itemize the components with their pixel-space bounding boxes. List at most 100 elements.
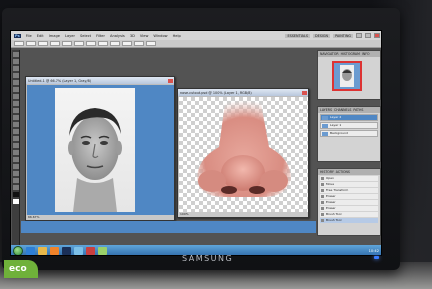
option-field[interactable] (146, 41, 156, 46)
history-state[interactable]: Brush Tool (320, 218, 378, 223)
history-state[interactable]: Eraser (320, 200, 378, 205)
option-field[interactable] (134, 41, 144, 46)
layers-panel: LAYERS CHANNELS PATHS Layer 2 Layer 1 Ba… (317, 106, 381, 162)
marquee-tool-icon[interactable] (13, 59, 19, 64)
tab-paths[interactable]: PATHS (353, 108, 363, 112)
document-window-nose[interactable]: nose-cutout.psd @ 100% (Layer 1, RGB/8) (177, 88, 309, 218)
type-tool-icon[interactable] (13, 157, 19, 162)
tab-navigator[interactable]: NAVIGATOR (320, 52, 339, 56)
blur-tool-icon[interactable] (13, 136, 19, 141)
close-document-icon[interactable] (302, 90, 307, 95)
menu-edit[interactable]: Edit (37, 34, 44, 38)
option-field[interactable] (86, 41, 96, 46)
layer-row[interactable]: Layer 2 (320, 114, 378, 121)
workspace-painting-button[interactable]: PAINTING (333, 33, 353, 38)
tab-actions[interactable]: ACTIONS (336, 170, 350, 174)
layer-row[interactable]: Background (320, 130, 378, 137)
history-state[interactable]: Eraser (320, 194, 378, 199)
close-document-icon[interactable] (168, 78, 173, 83)
folder-icon[interactable] (38, 247, 47, 255)
menu-filter[interactable]: Filter (96, 34, 105, 38)
tool-preset-picker[interactable] (14, 41, 24, 46)
option-field[interactable] (50, 41, 60, 46)
ie-icon[interactable] (26, 247, 35, 255)
option-field[interactable] (98, 41, 108, 46)
start-button-icon[interactable] (13, 246, 23, 255)
tab-history[interactable]: HISTORY (320, 170, 334, 174)
crop-tool-icon[interactable] (13, 80, 19, 85)
monitor-brand-logo: SAMSUNG (182, 254, 234, 263)
clone-stamp-tool-icon[interactable] (13, 108, 19, 113)
history-brush-tool-icon[interactable] (13, 115, 19, 120)
media-icon[interactable] (50, 247, 59, 255)
navigator-thumbnail[interactable] (332, 61, 362, 91)
menu-layer[interactable]: Layer (65, 34, 75, 38)
option-field[interactable] (38, 41, 48, 46)
background-color-swatch[interactable] (13, 199, 19, 204)
menu-analysis[interactable]: Analysis (110, 34, 125, 38)
tab-histogram[interactable]: HISTOGRAM (341, 52, 360, 56)
maximize-button[interactable] (365, 33, 371, 38)
minimize-button[interactable] (356, 33, 362, 38)
option-field[interactable] (26, 41, 36, 46)
app-icon[interactable] (86, 247, 95, 255)
history-state[interactable]: Open (320, 176, 378, 181)
face-thumbnail-icon (340, 65, 354, 87)
option-field[interactable] (122, 41, 132, 46)
monitor-bezel: Ps File Edit Image Layer Select Filter A… (2, 8, 400, 270)
path-select-tool-icon[interactable] (13, 164, 19, 169)
menu-bar: Ps File Edit Image Layer Select Filter A… (11, 31, 381, 40)
layer-row[interactable]: Layer 1 (320, 122, 378, 129)
menu-file[interactable]: File (26, 34, 32, 38)
lasso-tool-icon[interactable] (13, 66, 19, 71)
shape-tool-icon[interactable] (13, 171, 19, 176)
menu-window[interactable]: Window (153, 34, 167, 38)
menu-view[interactable]: View (140, 34, 149, 38)
healing-tool-icon[interactable] (13, 94, 19, 99)
face-sketch-icon (68, 108, 122, 212)
workspace-design-button[interactable]: DESIGN (313, 33, 331, 38)
option-field[interactable] (62, 41, 72, 46)
brush-tool-icon[interactable] (13, 101, 19, 106)
option-field[interactable] (110, 41, 120, 46)
option-field[interactable] (74, 41, 84, 46)
workspace-essentials-button[interactable]: ESSENTIALS (285, 33, 310, 38)
tools-panel (12, 50, 20, 250)
history-state[interactable]: Move (320, 182, 378, 187)
eyedropper-tool-icon[interactable] (13, 87, 19, 92)
menu-image[interactable]: Image (49, 34, 60, 38)
move-tool-icon[interactable] (13, 52, 19, 57)
close-button[interactable] (374, 33, 380, 38)
document-window-face[interactable]: Untitled-1 @ 66.7% (Layer 1, Gray/8) 66.… (25, 76, 175, 221)
tray-clock[interactable]: 10:42 (369, 249, 379, 253)
document-tab-face[interactable]: Untitled-1 @ 66.7% (Layer 1, Gray/8) (26, 77, 174, 84)
composite-face-image (55, 88, 135, 212)
menu-select[interactable]: Select (80, 34, 91, 38)
canvas-nose[interactable] (179, 97, 308, 213)
menu-3d[interactable]: 3D (130, 34, 135, 38)
document-tab-nose[interactable]: nose-cutout.psd @ 100% (Layer 1, RGB/8) (178, 89, 308, 96)
history-state[interactable]: Brush Tool (320, 212, 378, 217)
gradient-tool-icon[interactable] (13, 129, 19, 134)
zoom-tool-icon[interactable] (13, 185, 19, 190)
options-bar (11, 40, 381, 48)
canvas-face[interactable] (27, 85, 174, 215)
document-status-bar: 66.67% (26, 215, 174, 220)
pen-tool-icon[interactable] (13, 150, 19, 155)
eco-sticker: eco (4, 260, 38, 278)
photoshop-icon[interactable] (62, 247, 71, 255)
dodge-tool-icon[interactable] (13, 143, 19, 148)
app-icon[interactable] (98, 247, 107, 255)
tab-layers[interactable]: LAYERS (320, 108, 332, 112)
tab-channels[interactable]: CHANNELS (334, 108, 351, 112)
app-icon[interactable] (74, 247, 83, 255)
tab-info[interactable]: INFO (362, 52, 370, 56)
history-state[interactable]: Eraser (320, 206, 378, 211)
history-state[interactable]: Free Transform (320, 188, 378, 193)
hand-tool-icon[interactable] (13, 178, 19, 183)
eraser-tool-icon[interactable] (13, 122, 19, 127)
menu-help[interactable]: Help (173, 34, 181, 38)
layers-panel-tabs: LAYERS CHANNELS PATHS (318, 107, 380, 113)
quick-select-tool-icon[interactable] (13, 73, 19, 78)
foreground-color-swatch[interactable] (13, 192, 19, 197)
